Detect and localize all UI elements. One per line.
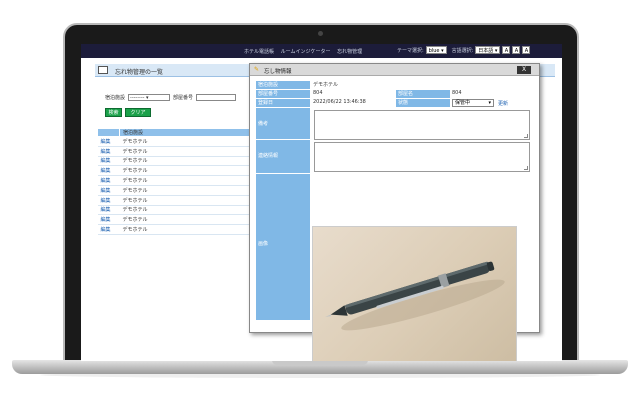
table-row: 編集 デモホテル <box>97 136 251 147</box>
facility-cell: デモホテル <box>119 156 251 167</box>
pin-icon: ✎ <box>254 66 260 73</box>
table-row: 編集 デモホテル <box>97 146 251 157</box>
theme-select[interactable]: blue ▾ <box>425 46 447 54</box>
facility-cell: デモホテル <box>119 195 251 206</box>
page-title: 忘れ物管理の一覧 <box>115 69 164 76</box>
remarks-label: 備考 <box>256 108 310 139</box>
table-row: 編集 デモホテル <box>97 205 251 216</box>
table-row: 編集 デモホテル <box>97 156 251 167</box>
table-row: 編集 デモホテル <box>97 165 251 177</box>
facility-column-header: 宿泊施設 <box>119 128 251 137</box>
facility-cell: デモホテル <box>119 165 251 177</box>
language-select-value: 日本語 <box>478 48 494 54</box>
facility-cell: デモホテル <box>119 136 251 147</box>
clear-button[interactable]: クリア <box>125 108 151 117</box>
status-select[interactable]: 保管中 ▾ <box>452 99 494 107</box>
table-row: 編集 デモホテル <box>97 195 251 206</box>
facility-cell: デモホテル <box>119 224 251 235</box>
image-label: 画像 <box>256 174 310 320</box>
room-name-label: 部屋名 <box>396 90 450 98</box>
room-row: 部屋番号 804 部屋名 804 <box>256 90 532 99</box>
edit-link[interactable]: 編集 <box>97 165 120 177</box>
facility-value: デモホテル <box>313 82 339 88</box>
pen-photo-image <box>325 261 505 331</box>
edit-link[interactable]: 編集 <box>97 205 120 216</box>
close-button[interactable]: X <box>517 66 531 74</box>
registered-date-value: 2022/06/22 13:46:38 <box>313 99 366 105</box>
table-row: 編集 デモホテル <box>97 185 251 196</box>
dialog-title: 忘し物情報 <box>264 69 292 75</box>
edit-link[interactable]: 編集 <box>97 214 120 226</box>
app-screen: ホテル電話帳 ルームインジケーター 忘れ物管理 テーマ選択: blue ▾ 言語… <box>81 44 562 361</box>
menu-item-lost-items[interactable]: 忘れ物管理 <box>337 49 362 55</box>
remarks-row: 備考 <box>256 108 532 140</box>
top-nav-bar: ホテル電話帳 ルームインジケーター 忘れ物管理 テーマ選択: blue ▾ 言語… <box>81 44 562 58</box>
update-link[interactable]: 更新 <box>498 100 508 107</box>
search-button[interactable]: 検索 <box>105 108 122 117</box>
menu-item-phonebook[interactable]: ホテル電話帳 <box>244 49 274 55</box>
laptop-mockup: ホテル電話帳 ルームインジケーター 忘れ物管理 テーマ選択: blue ▾ 言語… <box>0 0 640 400</box>
facility-cell: デモホテル <box>119 146 251 157</box>
room-filter-label: 部屋番号 <box>173 95 194 101</box>
status-select-value: 保管中 <box>455 100 471 106</box>
resize-grip-icon[interactable] <box>524 166 528 170</box>
search-form: 宿泊施設 -------- ▾ 部屋番号 <box>105 94 237 101</box>
registered-date-label: 登録日 <box>256 99 310 107</box>
lost-items-table: 宿泊施設 編集 デモホテル 編集 デモホテル 編集 デモホテル 編集 デモホテル 編集 デモホテル… <box>97 128 251 235</box>
room-name-value: 804 <box>452 90 462 96</box>
language-label: 言語選択: <box>451 47 474 54</box>
edit-link[interactable]: 編集 <box>97 175 120 186</box>
room-number-label: 部屋番号 <box>256 90 310 98</box>
date-status-row: 登録日 2022/06/22 13:46:38 状態 保管中 ▾ 更新 <box>256 99 532 108</box>
top-menu: ホテル電話帳 ルームインジケーター 忘れ物管理 <box>244 48 367 55</box>
top-settings: テーマ選択: blue ▾ 言語選択: 日本語 ▾ A A A <box>397 46 531 54</box>
font-size-large-button[interactable]: A <box>522 46 531 54</box>
contact-info-label: 連絡情報 <box>256 140 310 173</box>
remarks-textarea[interactable] <box>314 110 530 140</box>
lost-item-photo <box>312 226 517 361</box>
webcam-icon <box>318 31 323 36</box>
font-size-small-button[interactable]: A <box>502 46 511 54</box>
edit-link[interactable]: 編集 <box>97 195 120 206</box>
theme-select-value: blue <box>428 48 440 54</box>
facility-row: 宿泊施設 デモホテル <box>256 81 532 90</box>
facility-cell: デモホテル <box>119 205 251 216</box>
edit-link[interactable]: 編集 <box>97 136 120 147</box>
dialog-header: ✎ 忘し物情報 X <box>250 64 539 76</box>
facility-cell: デモホテル <box>119 214 251 226</box>
lost-items-rows: 編集 デモホテル 編集 デモホテル 編集 デモホテル 編集 デモホテル 編集 デモホテル 編集 デモホ… <box>97 136 251 235</box>
facility-filter-label: 宿泊施設 <box>105 95 126 101</box>
table-row: 編集 デモホテル <box>97 224 251 235</box>
facility-cell: デモホテル <box>119 175 251 186</box>
status-label: 状態 <box>396 99 450 107</box>
room-filter-input[interactable] <box>196 94 237 101</box>
chevron-down-icon: ▾ <box>488 100 491 106</box>
edit-link[interactable]: 編集 <box>97 224 120 235</box>
font-size-medium-button[interactable]: A <box>512 46 521 54</box>
contact-info-textarea[interactable] <box>314 142 530 172</box>
edit-link[interactable]: 編集 <box>97 156 120 167</box>
facility-filter-value: -------- <box>130 95 145 101</box>
facility-label: 宿泊施設 <box>256 81 310 89</box>
room-number-value: 804 <box>313 90 323 96</box>
edit-column-header <box>97 128 120 137</box>
table-row: 編集 デモホテル <box>97 175 251 186</box>
table-row: 編集 デモホテル <box>97 214 251 226</box>
theme-label: テーマ選択: <box>397 47 424 54</box>
edit-link[interactable]: 編集 <box>97 146 120 157</box>
book-icon <box>98 66 108 74</box>
facility-filter-select[interactable]: -------- ▾ <box>128 94 171 101</box>
edit-link[interactable]: 編集 <box>97 185 120 196</box>
resize-grip-icon[interactable] <box>524 134 528 138</box>
contact-row: 連絡情報 <box>256 140 532 174</box>
lost-item-dialog: ✎ 忘し物情報 X 宿泊施設 デモホテル 部屋番号 804 部屋名 804 登録… <box>249 63 540 361</box>
language-select[interactable]: 日本語 ▾ <box>475 46 501 54</box>
menu-item-room-indicator[interactable]: ルームインジケーター <box>281 49 331 55</box>
facility-cell: デモホテル <box>119 185 251 196</box>
